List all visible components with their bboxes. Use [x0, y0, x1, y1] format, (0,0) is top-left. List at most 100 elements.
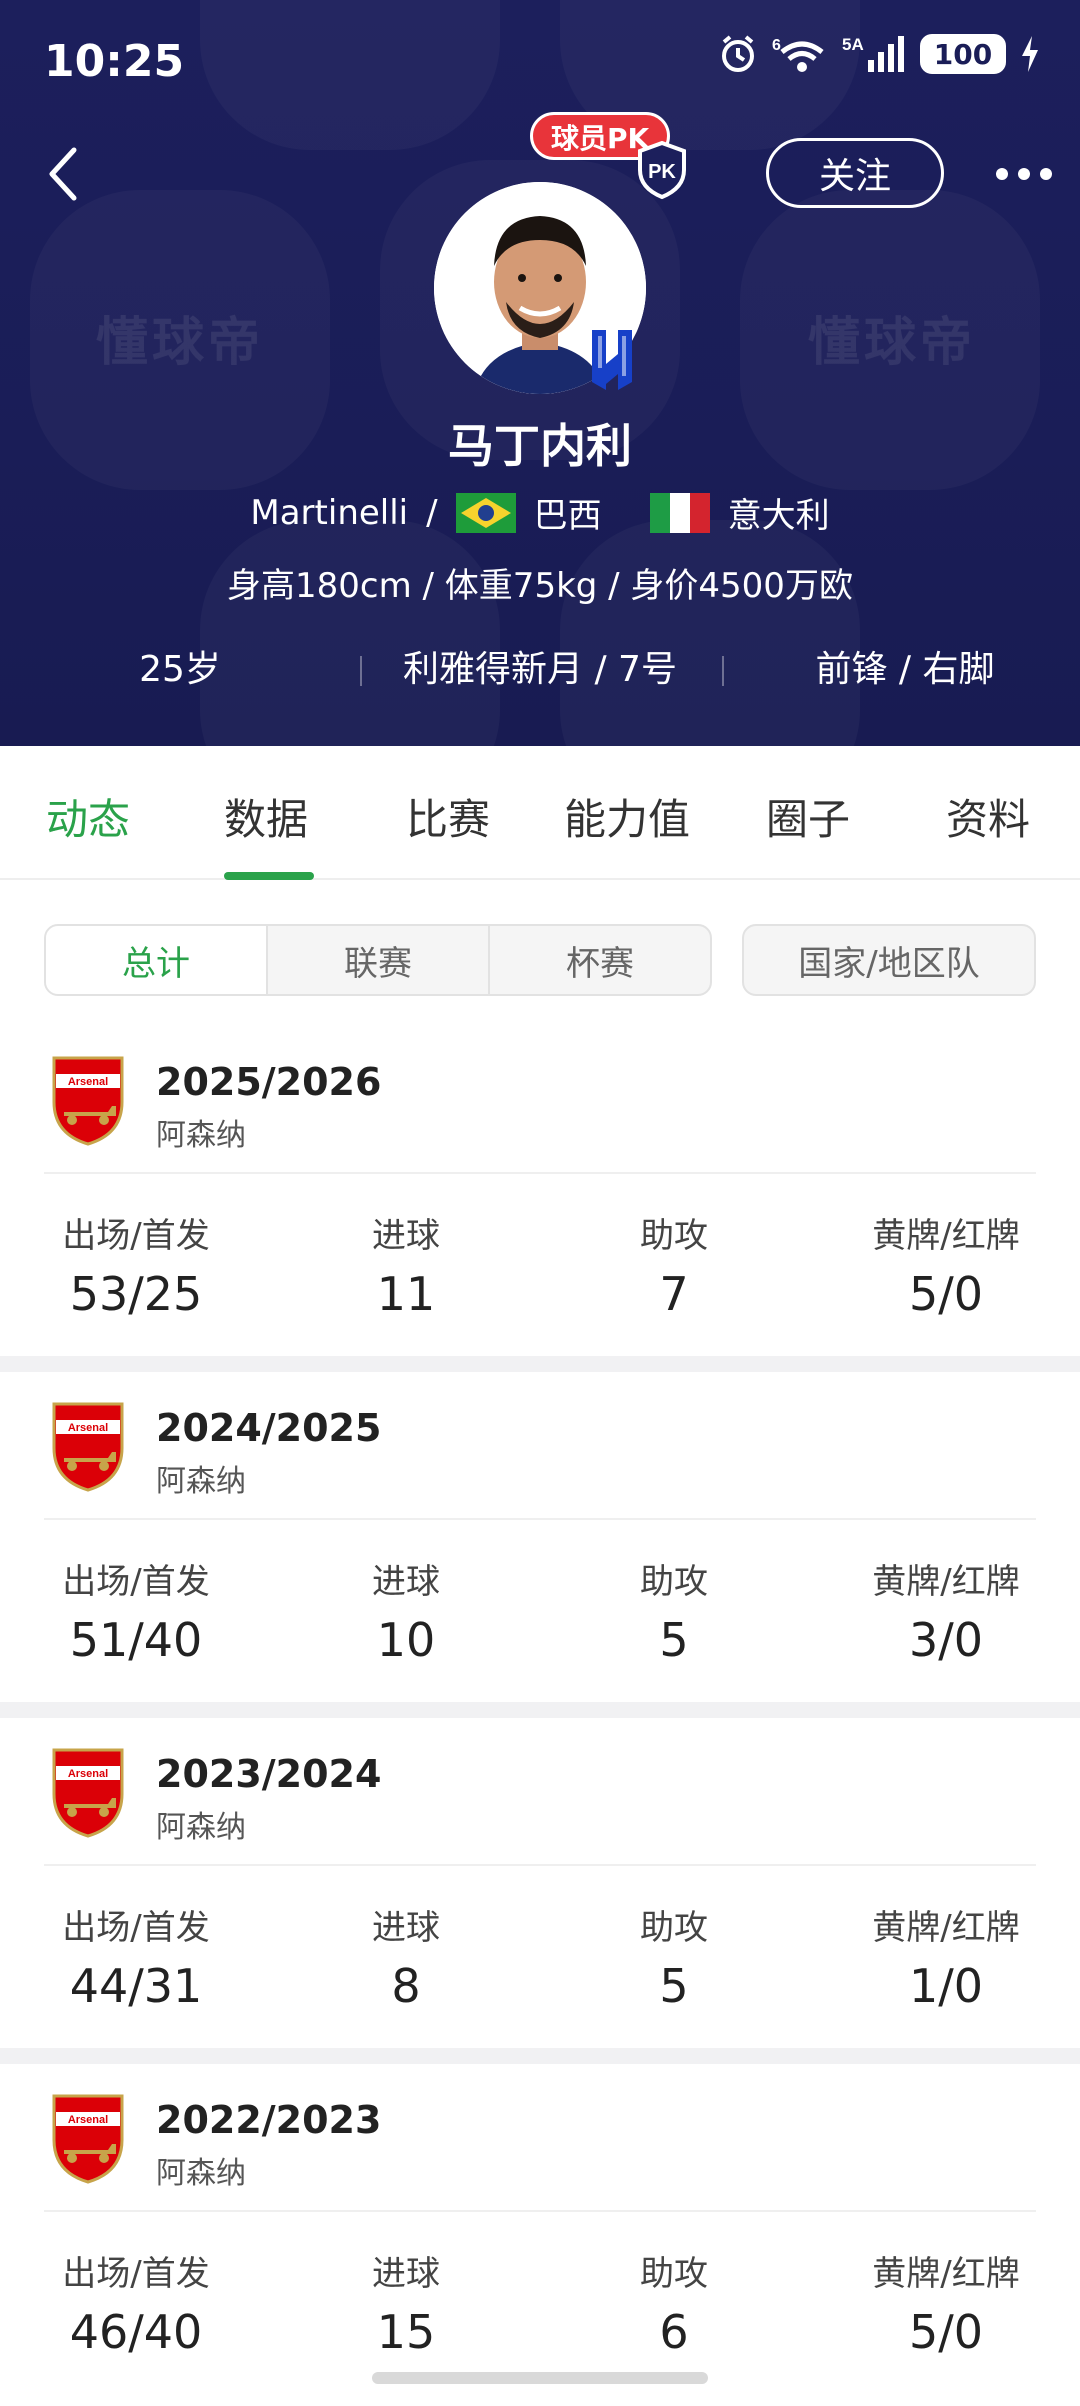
season-label: 2025/2026 [156, 1060, 382, 1104]
brazil-flag-icon [455, 492, 516, 533]
filter-league[interactable]: 联赛 [268, 926, 490, 994]
svg-text:PK: PK [648, 161, 676, 183]
stat-label: 进球 [372, 1908, 440, 1948]
season-team: 阿森纳 [156, 1464, 246, 1499]
season-card[interactable]: Arsenal 2022/2023 阿森纳 出场/首发 46/40 进球 15 助攻… [0, 2064, 1080, 2394]
pk-shield-icon[interactable]: PK [636, 140, 688, 200]
arsenal-crest-icon: Arsenal [52, 1056, 124, 1146]
stat-value: 44/31 [69, 1959, 203, 2013]
tab-community[interactable]: 圈子 [766, 786, 850, 847]
player-age: 25岁 [139, 649, 221, 690]
stat-label: 出场/首发 [62, 1562, 210, 1602]
separator: / [426, 492, 438, 533]
stat-label: 黄牌/红牌 [872, 1908, 1020, 1948]
profile-tabs: 动态 数据 比赛 能力值 圈子 资料 [0, 746, 1080, 880]
svg-text:6: 6 [772, 37, 781, 54]
tab-stats[interactable]: 数据 [224, 786, 308, 847]
season-label: 2022/2023 [156, 2098, 382, 2142]
stat-assists: 助攻 5 [564, 1900, 784, 2013]
watermark: 懂球帝 [96, 313, 265, 373]
card-separator [0, 2048, 1080, 2064]
season-card[interactable]: Arsenal 2023/2024 阿森纳 出场/首发 44/31 进球 8 助攻 5… [0, 1718, 1080, 2048]
status-icons: 6 5A 100 [718, 34, 1040, 74]
cell-signal-icon: 5A [842, 35, 904, 72]
club-logo-icon [592, 330, 632, 390]
stat-apps: 出场/首发 46/40 [26, 2246, 246, 2359]
stat-label: 出场/首发 [62, 1908, 210, 1948]
divider [722, 656, 724, 686]
stat-value: 11 [376, 1267, 436, 1321]
tab-ability[interactable]: 能力值 [564, 786, 690, 847]
stat-label: 进球 [372, 2254, 440, 2294]
tab-profile-info[interactable]: 资料 [946, 786, 1030, 847]
stat-value: 6 [659, 2305, 689, 2359]
arsenal-crest-icon: Arsenal [52, 2094, 124, 2184]
player-name: 马丁内利 [448, 419, 632, 473]
stat-label: 黄牌/红牌 [872, 2254, 1020, 2294]
stat-assists: 助攻 7 [564, 1208, 784, 1321]
stat-label: 助攻 [640, 2254, 708, 2294]
stat-value: 5/0 [908, 2305, 984, 2359]
header-bg-shape [200, 520, 500, 746]
status-bar: 10:25 6 5A 100 [0, 0, 1080, 120]
stat-label: 助攻 [640, 1908, 708, 1948]
italy-flag-icon [649, 492, 710, 533]
nationality-row: Martinelli / 巴西 意大利 [0, 488, 1080, 537]
divider [44, 2210, 1036, 2212]
stat-goals: 进球 8 [296, 1900, 516, 2013]
back-icon[interactable] [44, 144, 84, 204]
svg-text:Arsenal: Arsenal [68, 1422, 108, 1434]
season-card[interactable]: Arsenal 2024/2025 阿森纳 出场/首发 51/40 进球 10 助攻… [0, 1372, 1080, 1702]
english-name: Martinelli [250, 492, 409, 533]
nationality-primary: 巴西 [533, 496, 602, 536]
filter-total[interactable]: 总计 [46, 926, 268, 994]
home-indicator[interactable] [372, 2372, 708, 2384]
battery-level: 100 [933, 37, 993, 71]
competition-filter: 总计 联赛 杯赛 [44, 924, 712, 996]
battery-indicator: 100 [920, 34, 1006, 74]
stat-cards: 黄牌/红牌 5/0 [836, 1208, 1056, 1321]
season-team: 阿森纳 [156, 2156, 246, 2191]
stat-cards: 黄牌/红牌 3/0 [836, 1554, 1056, 1667]
stat-apps: 出场/首发 53/25 [26, 1208, 246, 1321]
svg-text:Arsenal: Arsenal [68, 2114, 108, 2126]
stat-value: 10 [376, 1613, 436, 1667]
filter-cup[interactable]: 杯赛 [490, 926, 710, 994]
stat-value: 5/0 [908, 1267, 984, 1321]
season-card[interactable]: Arsenal 2025/2026 阿森纳 出场/首发 53/25 进球 11 助攻… [0, 1026, 1080, 1356]
player-club-number[interactable]: 利雅得新月 / 7号 [370, 640, 710, 700]
follow-button[interactable]: 关注 [766, 138, 944, 208]
stat-assists: 助攻 5 [564, 1554, 784, 1667]
active-tab-indicator [224, 872, 314, 880]
season-team: 阿森纳 [156, 1810, 246, 1845]
stat-label: 出场/首发 [62, 2254, 210, 2294]
stat-label: 黄牌/红牌 [872, 1216, 1020, 1256]
stat-goals: 进球 15 [296, 2246, 516, 2359]
player-bio: 身高180cm / 体重75kg / 身价4500万欧 [227, 566, 853, 606]
stat-value: 8 [391, 1959, 421, 2013]
nationality-secondary: 意大利 [727, 496, 830, 536]
stat-cards: 黄牌/红牌 1/0 [836, 1900, 1056, 2013]
more-options-icon[interactable] [996, 168, 1052, 180]
filter-national-team[interactable]: 国家/地区队 [742, 924, 1036, 996]
card-separator [0, 1702, 1080, 1718]
tab-matches[interactable]: 比赛 [406, 786, 490, 847]
arsenal-crest-icon: Arsenal [52, 1402, 124, 1492]
stat-value: 5 [659, 1613, 689, 1667]
divider [44, 1864, 1036, 1866]
stat-apps: 出场/首发 51/40 [26, 1554, 246, 1667]
stat-label: 黄牌/红牌 [872, 1562, 1020, 1602]
stat-label: 出场/首发 [62, 1216, 210, 1256]
tab-feed[interactable]: 动态 [46, 786, 130, 847]
svg-text:5A: 5A [842, 35, 864, 54]
player-info-row: 25岁 利雅得新月 / 7号 前锋 / 右脚 [0, 640, 1080, 700]
player-profile-screen: 懂球帝 懂球帝 10:25 6 5A 100 球员PK PK 关注 马丁内利 M… [0, 0, 1080, 2406]
stat-label: 助攻 [640, 1562, 708, 1602]
player-position-foot: 前锋 / 右脚 [815, 649, 995, 690]
watermark: 懂球帝 [808, 313, 977, 373]
season-team: 阿森纳 [156, 1118, 246, 1153]
divider [44, 1172, 1036, 1174]
stat-value: 53/25 [69, 1267, 203, 1321]
divider [44, 1518, 1036, 1520]
status-time: 10:25 [44, 36, 185, 87]
